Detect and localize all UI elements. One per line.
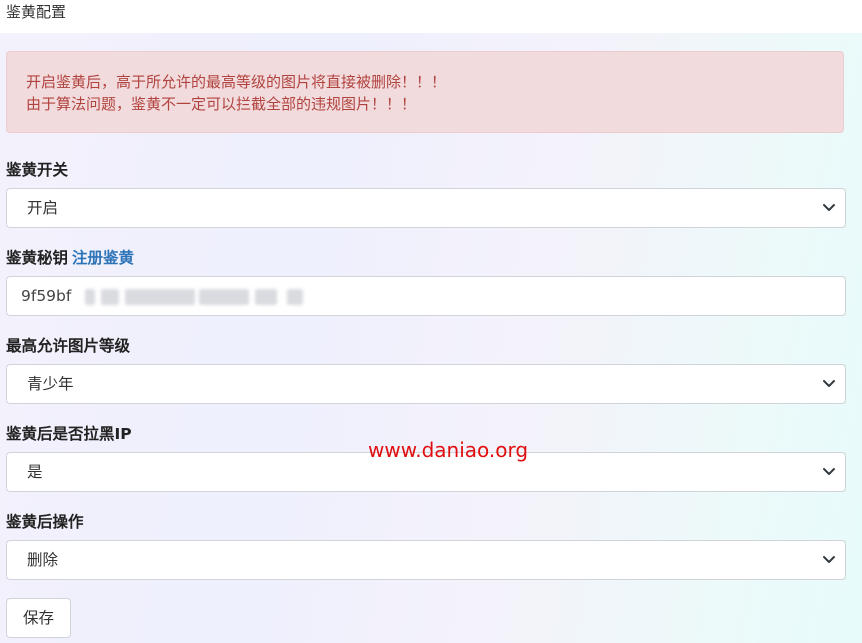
main-content: 开启鉴黄后，高于所允许的最高等级的图片将直接被删除！！！ 由于算法问题，鉴黄不一… [0,33,862,643]
action-select[interactable]: 删除 [6,540,846,580]
alert-line-1: 开启鉴黄后，高于所允许的最高等级的图片将直接被删除！！！ [26,73,447,91]
watermark: www.daniao.org [368,438,529,462]
chevron-down-icon [823,380,835,387]
redacted-mask [255,289,277,305]
chevron-down-icon [823,556,835,563]
max-level-select[interactable]: 青少年 [6,364,846,404]
switch-label: 鉴黄开关 [6,158,68,182]
blacklist-ip-label-text: 鉴黄后是否拉黑IP [6,425,132,443]
switch-select-value: 开启 [27,199,59,217]
secret-label: 鉴黄秘钥 注册鉴黄 [6,246,134,270]
chevron-down-icon [823,204,835,211]
redacted-mask [287,289,303,305]
secret-input[interactable]: 9f59bf [6,276,846,316]
max-level-label: 最高允许图片等级 [6,334,130,358]
max-level-select-value: 青少年 [27,375,74,393]
blacklist-ip-select-value: 是 [27,463,43,481]
warning-alert: 开启鉴黄后，高于所允许的最高等级的图片将直接被删除！！！ 由于算法问题，鉴黄不一… [6,51,844,133]
blacklist-ip-label: 鉴黄后是否拉黑IP [6,422,132,446]
alert-line-2: 由于算法问题，鉴黄不一定可以拦截全部的违规图片！！！ [26,95,417,113]
max-level-label-text: 最高允许图片等级 [6,337,131,355]
chevron-down-icon [823,468,835,475]
action-label: 鉴黄后操作 [6,510,84,534]
save-button[interactable]: 保存 [6,598,71,638]
redacted-mask [199,289,249,305]
action-label-text: 鉴黄后操作 [6,513,84,531]
redacted-mask [125,289,195,305]
switch-select[interactable]: 开启 [6,188,846,228]
page-title: 鉴黄配置 [6,3,67,21]
redacted-mask [101,289,119,305]
action-select-value: 删除 [27,551,59,569]
secret-input-value: 9f59bf [21,287,72,305]
register-link[interactable]: 注册鉴黄 [72,249,134,267]
switch-label-text: 鉴黄开关 [6,161,69,179]
redacted-mask [85,289,95,305]
secret-label-text: 鉴黄秘钥 [6,249,69,267]
